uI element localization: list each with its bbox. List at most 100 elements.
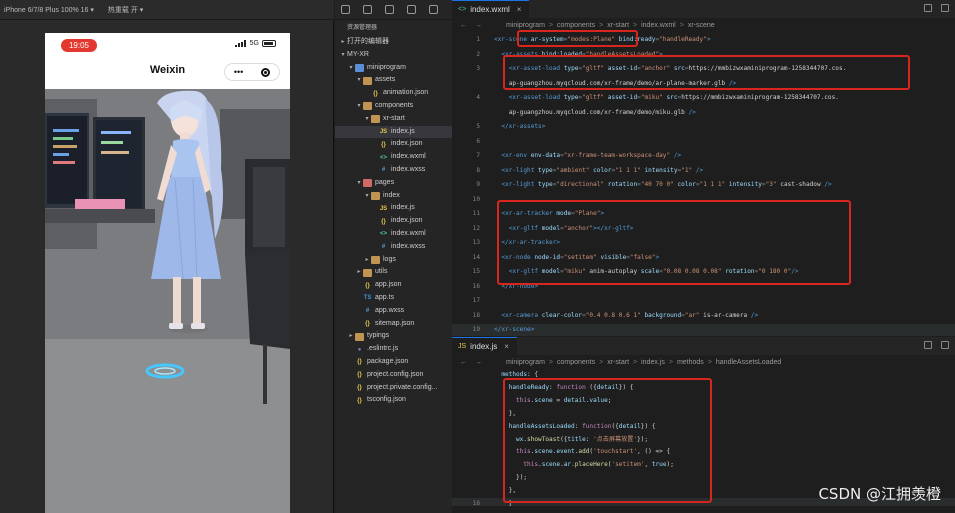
tab-index-js[interactable]: JS index.js × bbox=[452, 337, 517, 355]
source-control-icon[interactable] bbox=[385, 5, 394, 14]
nav-arrows-icon[interactable]: ←→ bbox=[460, 359, 490, 366]
tree-item[interactable]: {} index.json bbox=[335, 138, 452, 151]
line-number: 12 bbox=[472, 224, 480, 232]
file-tree: ▾ miniprogram ▾ assets {} animation.json ▾ comp… bbox=[335, 62, 452, 408]
search-icon[interactable] bbox=[363, 5, 372, 14]
tree-item[interactable]: {} project.config.json bbox=[335, 369, 452, 382]
code-line[interactable]: 4 <xr-asset-load type="gltf" asset-id="m… bbox=[452, 92, 955, 104]
tree-item[interactable]: ● .eslintrc.js bbox=[335, 343, 452, 356]
tree-item-label: sitemap.json bbox=[375, 319, 415, 327]
tree-item[interactable]: {} animation.json bbox=[335, 87, 452, 100]
tree-item[interactable]: ▾ miniprogram bbox=[335, 62, 452, 75]
signal-icon bbox=[234, 40, 247, 47]
device-selector[interactable]: iPhone 6/7/8 Plus 100% 16 ▾ bbox=[4, 6, 94, 14]
breadcrumb-item[interactable]: handleAssetsLoaded bbox=[716, 359, 781, 366]
line-number: 18 bbox=[472, 311, 480, 319]
tree-item-label: pages bbox=[375, 178, 395, 186]
tree-item[interactable]: {} tsconfig.json bbox=[335, 394, 452, 407]
tree-item[interactable]: JS index.js bbox=[335, 202, 452, 215]
tree-item-label: miniprogram bbox=[367, 63, 406, 71]
capsule-menu[interactable]: ••• bbox=[224, 63, 280, 81]
split-editor-icon[interactable] bbox=[924, 341, 932, 349]
split-editor-icon[interactable] bbox=[924, 4, 932, 12]
open-editors-section[interactable]: ▸ 打开的编辑器 bbox=[335, 36, 452, 49]
tree-item[interactable]: ▾ xr-start bbox=[335, 113, 452, 126]
folder-icon bbox=[363, 76, 372, 85]
ar-camera-view[interactable] bbox=[45, 89, 290, 513]
project-root[interactable]: ▾ MY-XR bbox=[335, 49, 452, 62]
hot-reload-selector[interactable]: 热重载 开 ▾ bbox=[108, 5, 143, 15]
line-number: 15 bbox=[472, 268, 480, 275]
tree-item-label: animation.json bbox=[383, 89, 429, 97]
tree-item[interactable]: # app.wxss bbox=[335, 305, 452, 318]
close-icon[interactable]: × bbox=[504, 342, 509, 351]
breadcrumb-item[interactable]: methods bbox=[677, 359, 704, 366]
tree-item[interactable]: ▾ components bbox=[335, 100, 452, 113]
nav-arrows-icon[interactable]: ←→ bbox=[460, 22, 490, 29]
watermark: CSDN @江拥羡橙 bbox=[818, 485, 941, 503]
tree-item[interactable]: # index.wxss bbox=[335, 164, 452, 177]
breadcrumb: ←→ miniprogram > components > xr-start > index… bbox=[452, 355, 955, 369]
js-file-icon: JS bbox=[379, 128, 388, 135]
tab-index-wxml[interactable]: <> index.wxml × bbox=[452, 0, 530, 18]
tree-item[interactable]: ▸ typings bbox=[335, 330, 452, 343]
tab-label: index.js bbox=[470, 342, 498, 351]
wxml-file-icon: <> bbox=[458, 6, 467, 13]
json-file-icon: {} bbox=[357, 384, 362, 391]
more-actions-icon[interactable] bbox=[941, 4, 949, 12]
tree-item[interactable]: {} sitemap.json bbox=[335, 318, 452, 331]
breadcrumb-item[interactable]: miniprogram bbox=[506, 359, 545, 366]
tree-item[interactable]: ▸ logs bbox=[335, 254, 452, 267]
tree-item[interactable]: <> index.wxml bbox=[335, 151, 452, 164]
line-number: 4 bbox=[476, 94, 480, 101]
tree-item-label: app.wxss bbox=[375, 306, 405, 314]
breadcrumb-item[interactable]: index.wxml bbox=[641, 22, 676, 29]
project-name: MY-XR bbox=[347, 50, 369, 58]
breadcrumb-separator: > bbox=[633, 21, 638, 29]
tree-item-label: index.wxml bbox=[391, 153, 426, 161]
code-line[interactable]: 17 bbox=[452, 295, 955, 307]
code-line[interactable]: 9 <xr-light type="directional" rotation=… bbox=[452, 179, 955, 191]
debug-icon[interactable] bbox=[407, 5, 416, 14]
wxml-file-icon: <> bbox=[379, 154, 387, 161]
extensions-icon[interactable] bbox=[429, 5, 438, 14]
breadcrumb-item[interactable]: xr-start bbox=[607, 22, 629, 29]
tree-item[interactable]: <> index.wxml bbox=[335, 228, 452, 241]
tree-item[interactable]: {} package.json bbox=[335, 356, 452, 369]
tree-item[interactable]: {} index.json bbox=[335, 215, 452, 228]
json-file-icon: {} bbox=[365, 320, 370, 327]
tree-item[interactable]: ▾ assets bbox=[335, 74, 452, 87]
code-line[interactable]: 5 </xr-assets> bbox=[452, 121, 955, 133]
code-line[interactable]: 8 <xr-light type="ambient" color="1 1 1"… bbox=[452, 165, 955, 177]
more-icon[interactable]: ••• bbox=[234, 67, 243, 77]
code-line[interactable]: 19 </xr-scene> bbox=[452, 324, 955, 336]
tree-item[interactable]: JS index.js bbox=[335, 125, 452, 139]
close-mini-program-icon[interactable] bbox=[261, 67, 271, 77]
tree-item[interactable]: ▾ index bbox=[335, 190, 452, 203]
tree-item[interactable]: ▸ utils bbox=[335, 266, 452, 279]
line-number: 9 bbox=[476, 181, 480, 188]
breadcrumb-item[interactable]: index.js bbox=[641, 359, 665, 366]
files-icon[interactable] bbox=[341, 5, 350, 14]
code-line[interactable]: ap-guangzhou.myqcloud.com/xr-frame/demo/… bbox=[452, 107, 955, 119]
folder-icon bbox=[363, 179, 372, 188]
close-icon[interactable]: × bbox=[517, 5, 522, 14]
code-text: <xr-asset-load type="gltf" asset-id="mik… bbox=[508, 94, 839, 101]
more-actions-icon[interactable] bbox=[941, 341, 949, 349]
breadcrumb-item[interactable]: miniprogram bbox=[506, 22, 545, 29]
tree-item[interactable]: {} project.private.config... bbox=[335, 382, 452, 395]
code-line[interactable]: 6 bbox=[452, 136, 955, 148]
chevron-right-icon: ▸ bbox=[349, 333, 353, 340]
tree-item[interactable]: # index.wxss bbox=[335, 241, 452, 254]
code-line[interactable]: 18 <xr-camera clear-color="0.4 0.8 0.6 1… bbox=[452, 310, 955, 322]
breadcrumb-separator: > bbox=[633, 358, 638, 366]
code-line[interactable]: 7 <xr-env env-data="xr-frame-team-worksp… bbox=[452, 150, 955, 162]
tree-item[interactable]: TS app.ts bbox=[335, 292, 452, 305]
tree-item[interactable]: ▾ pages bbox=[335, 177, 452, 190]
breadcrumb-item[interactable]: components bbox=[557, 359, 595, 366]
tree-item[interactable]: {} app.json bbox=[335, 279, 452, 292]
breadcrumb-item[interactable]: components bbox=[557, 22, 595, 29]
breadcrumb-item[interactable]: xr-scene bbox=[688, 22, 715, 29]
breadcrumb-item[interactable]: xr-start bbox=[607, 359, 629, 366]
code-text: <xr-light type="directional" rotation="4… bbox=[501, 181, 832, 188]
